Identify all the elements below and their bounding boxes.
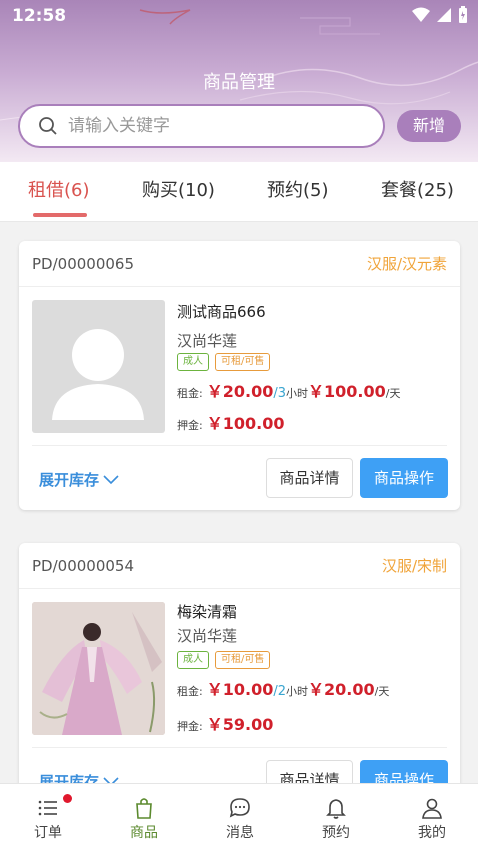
deposit-label: 押金: — [177, 419, 203, 432]
product-card: PD/00000065 汉服/汉元素 测试商品666 汉尚华莲 成人 可租/可售… — [19, 241, 460, 510]
signal-icon — [437, 8, 451, 22]
tab-rent[interactable]: 租借(6) — [28, 176, 90, 202]
rent-price-row: 租金: ￥10.00 /2 小时 ￥20.00 /天 — [177, 676, 389, 700]
rent-period: /3 — [273, 386, 286, 401]
nav-orders[interactable]: 订单 — [0, 784, 96, 850]
tag-rent-sale: 可租/可售 — [215, 353, 271, 371]
chat-icon — [229, 798, 250, 818]
page-title: 商品管理 — [203, 72, 275, 93]
card-header: PD/00000054 汉服/宋制 — [19, 543, 460, 589]
battery-icon — [459, 6, 467, 23]
product-image[interactable] — [32, 300, 165, 433]
nav-reservations[interactable]: 预约 — [288, 784, 384, 850]
notification-badge — [63, 794, 72, 803]
user-icon — [422, 798, 442, 819]
product-brand: 汉尚华莲 — [177, 627, 238, 645]
hanfu-photo-icon — [32, 602, 165, 735]
search-icon — [39, 117, 57, 135]
nav-label: 消息 — [226, 825, 254, 841]
rent-label: 租金: — [177, 685, 203, 698]
product-name: 梅染清霜 — [177, 603, 238, 621]
rent-period: /2 — [273, 684, 286, 699]
nav-profile[interactable]: 我的 — [384, 784, 478, 850]
rent-price: ￥20.00 — [206, 382, 274, 401]
day-price: ￥20.00 — [308, 680, 375, 699]
bell-icon — [326, 799, 346, 819]
product-code: PD/00000054 — [32, 557, 134, 575]
wifi-icon — [412, 7, 430, 22]
product-brand: 汉尚华莲 — [177, 332, 238, 350]
day-price: ￥100.00 — [308, 382, 386, 401]
product-tags: 成人 可租/可售 — [177, 651, 271, 669]
product-category: 汉服/汉元素 — [366, 255, 447, 273]
nav-messages[interactable]: 消息 — [192, 784, 288, 850]
product-name: 测试商品666 — [177, 303, 266, 321]
nav-label: 商品 — [130, 825, 158, 841]
expand-stock-button[interactable]: 展开库存 — [39, 469, 119, 490]
tag-adult: 成人 — [177, 353, 209, 371]
search-input[interactable] — [68, 116, 358, 136]
expand-stock-label: 展开库存 — [39, 471, 100, 489]
nav-label: 预约 — [322, 825, 350, 841]
product-tags: 成人 可租/可售 — [177, 353, 271, 371]
rent-period-unit: 小时 — [286, 685, 308, 698]
search-box[interactable] — [18, 104, 385, 148]
day-unit: /天 — [374, 685, 390, 698]
deposit-price: ￥100.00 — [206, 414, 285, 433]
rent-period-unit: 小时 — [286, 387, 308, 400]
status-bar: 12:58 — [0, 0, 478, 32]
deposit-price: ￥59.00 — [206, 715, 274, 734]
rent-price: ￥10.00 — [206, 680, 274, 699]
tag-adult: 成人 — [177, 651, 209, 669]
tab-reserve[interactable]: 预约(5) — [267, 176, 329, 202]
product-card: PD/00000054 汉服/宋制 梅染清霜 汉尚华莲 成人 可租/可售 租金:… — [19, 543, 460, 812]
category-tabs: 租借(6) 购买(10) 预约(5) 套餐(25) — [0, 162, 478, 222]
tag-rent-sale: 可租/可售 — [215, 651, 271, 669]
chevron-down-icon — [103, 474, 119, 484]
nav-products[interactable]: 商品 — [96, 784, 192, 850]
card-header: PD/00000065 汉服/汉元素 — [19, 241, 460, 287]
rent-price-row: 租金: ￥20.00 /3 小时 ￥100.00 /天 — [177, 378, 400, 402]
deposit-row: 押金: ￥100.00 — [177, 410, 284, 434]
list-icon — [38, 800, 57, 816]
product-code: PD/00000065 — [32, 255, 134, 273]
rent-label: 租金: — [177, 387, 203, 400]
nav-label: 订单 — [34, 825, 62, 841]
card-divider — [32, 747, 447, 748]
card-divider — [32, 445, 447, 446]
placeholder-avatar-icon — [52, 329, 144, 420]
product-detail-button[interactable]: 商品详情 — [266, 458, 353, 498]
tab-buy[interactable]: 购买(10) — [142, 176, 215, 202]
deposit-label: 押金: — [177, 720, 203, 733]
day-unit: /天 — [385, 387, 401, 400]
status-icons — [412, 6, 468, 24]
nav-label: 我的 — [418, 825, 446, 841]
product-category: 汉服/宋制 — [381, 557, 447, 575]
bag-icon — [136, 798, 152, 819]
bottom-nav: 订单 商品 消息 预约 我的 — [0, 783, 478, 850]
tab-package[interactable]: 套餐(25) — [381, 176, 454, 202]
active-tab-indicator — [33, 213, 87, 217]
status-time: 12:58 — [12, 6, 67, 26]
deposit-row: 押金: ￥59.00 — [177, 711, 273, 735]
product-operation-button[interactable]: 商品操作 — [360, 458, 448, 498]
add-button[interactable]: 新增 — [397, 110, 461, 142]
product-image[interactable] — [32, 602, 165, 735]
